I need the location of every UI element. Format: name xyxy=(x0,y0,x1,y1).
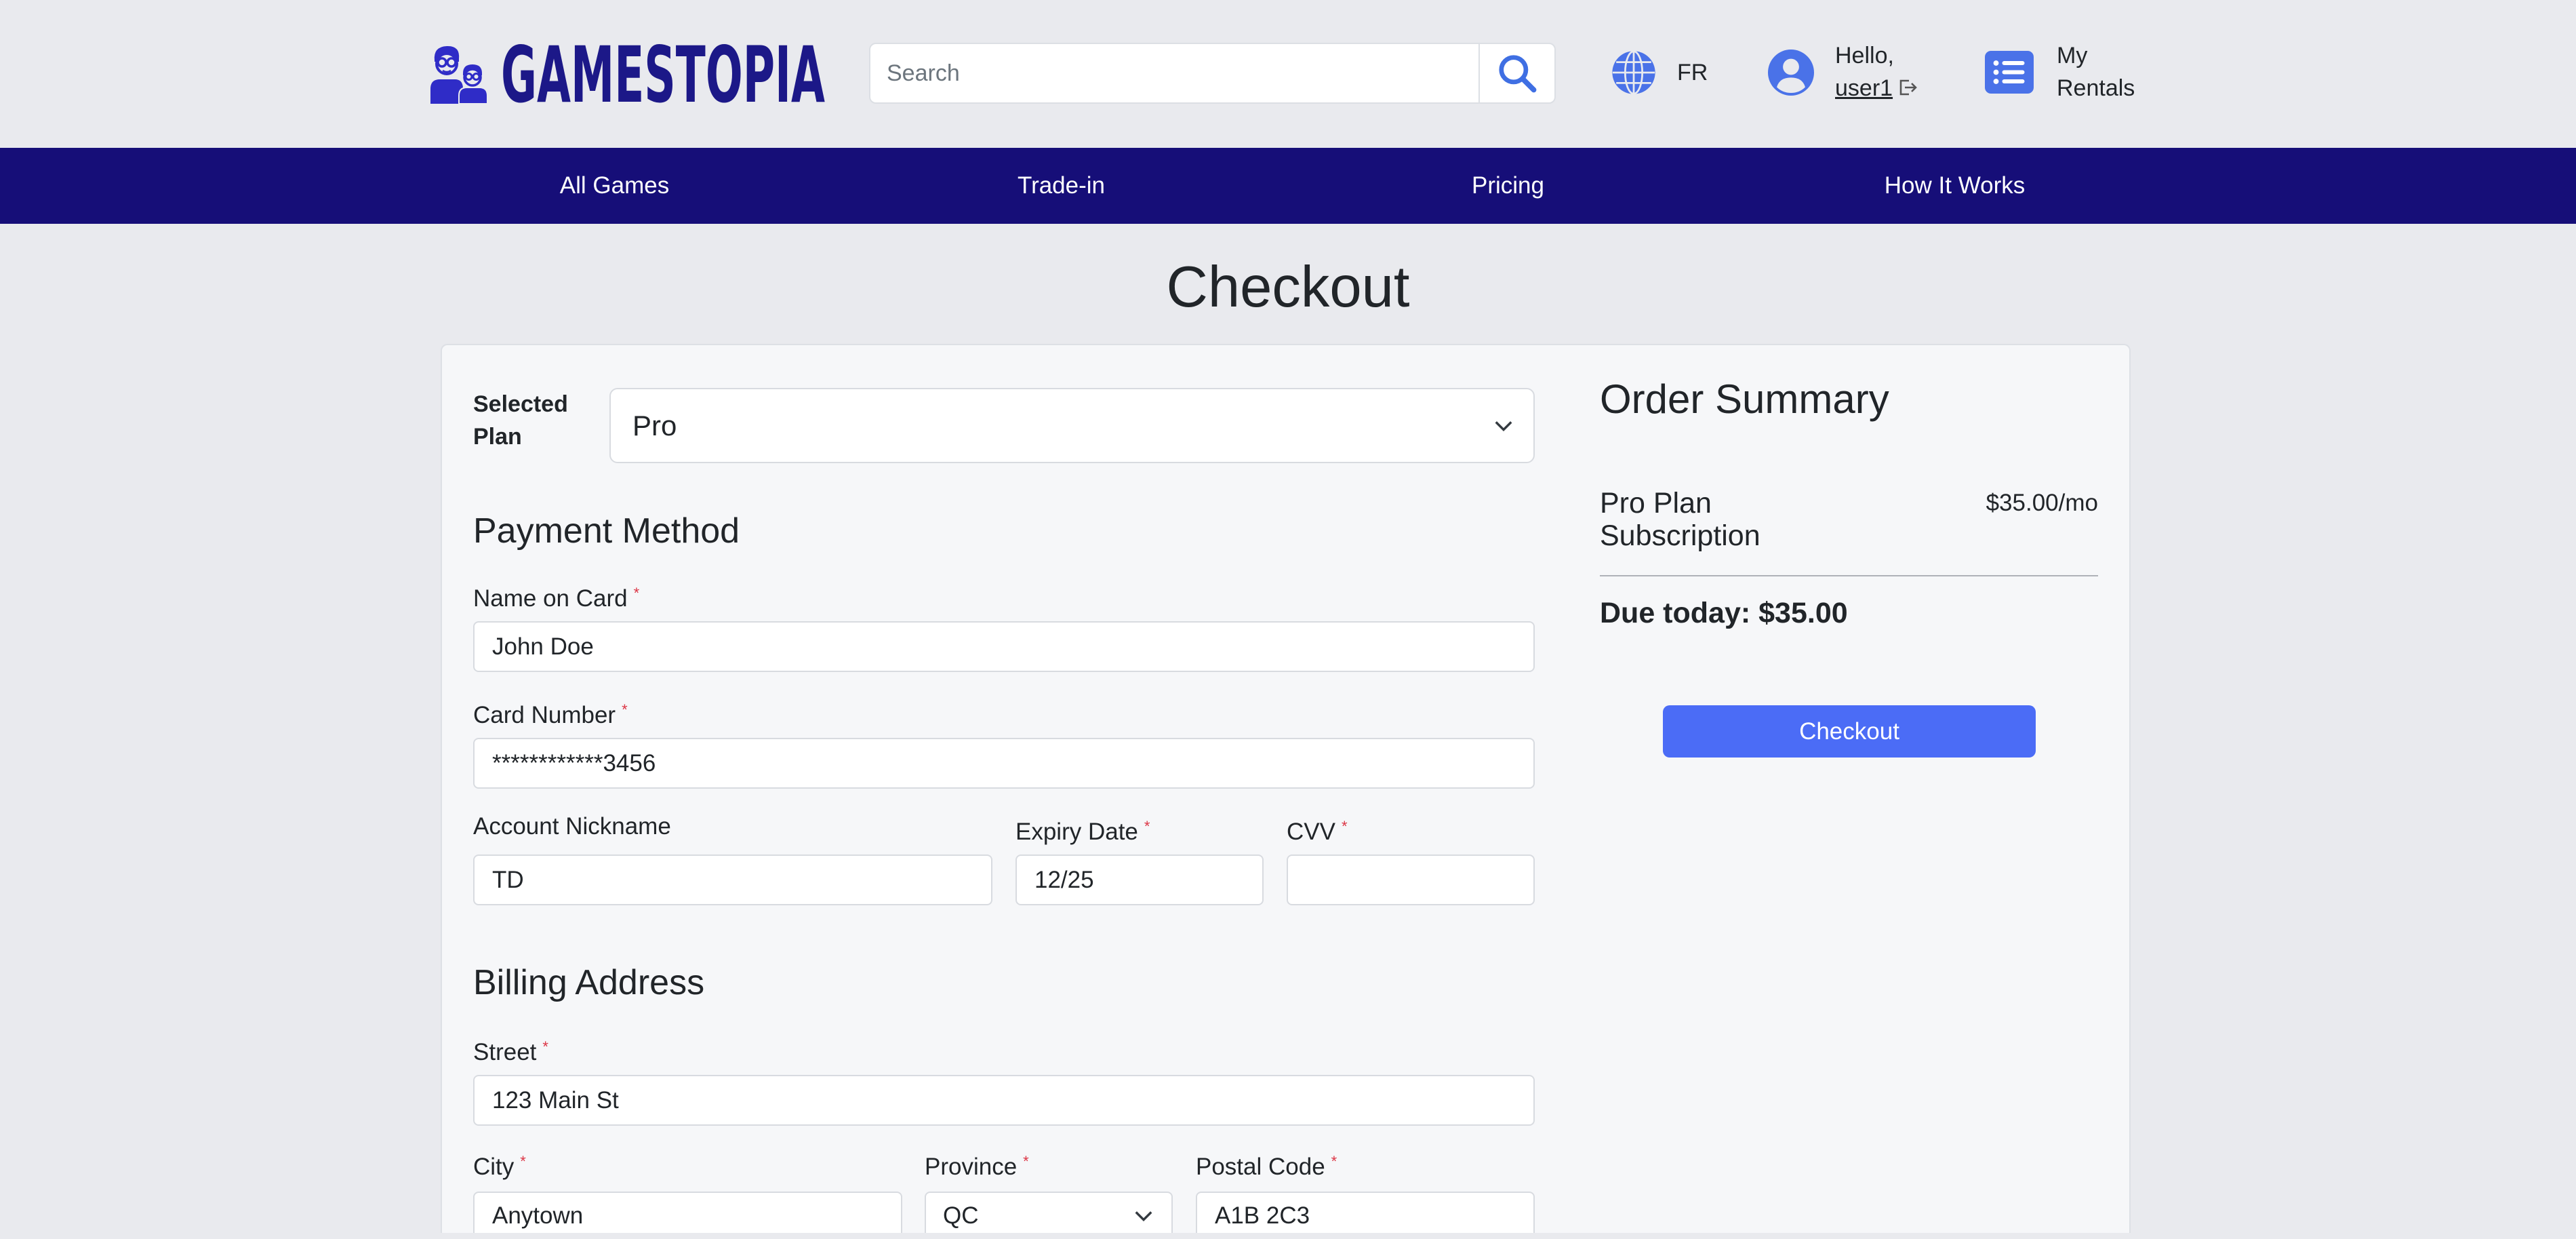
order-summary-heading: Order Summary xyxy=(1600,376,1889,422)
account-nickname-label: Account Nickname xyxy=(473,813,671,840)
account-nickname-field[interactable] xyxy=(473,854,992,905)
chevron-down-icon xyxy=(1133,1206,1154,1226)
my-rentals-link[interactable]: My Rentals xyxy=(2057,39,2145,104)
checkout-button[interactable]: Checkout xyxy=(1663,705,2036,758)
province-label-text: Province xyxy=(925,1154,1018,1180)
search-icon xyxy=(1496,52,1538,94)
nav-item-trade-in[interactable]: Trade-in xyxy=(838,148,1285,224)
province-select[interactable]: QC xyxy=(925,1192,1173,1233)
greeting-text: Hello, xyxy=(1835,43,1894,68)
required-mark: * xyxy=(1331,1153,1337,1170)
nav-item-pricing[interactable]: Pricing xyxy=(1285,148,1731,224)
summary-divider xyxy=(1600,575,2098,576)
chevron-down-icon xyxy=(1493,416,1514,436)
selected-plan-label: Selected Plan xyxy=(473,391,568,450)
cvv-label: CVV * xyxy=(1287,812,1348,846)
required-mark: * xyxy=(1023,1153,1029,1170)
required-mark: * xyxy=(520,1153,526,1170)
required-mark: * xyxy=(1144,818,1150,835)
postal-code-label-text: Postal Code xyxy=(1196,1154,1325,1180)
name-on-card-field[interactable] xyxy=(473,621,1535,672)
main-nav: All Games Trade-in Pricing How It Works xyxy=(0,148,2576,224)
required-mark: * xyxy=(633,585,640,602)
cvv-label-text: CVV xyxy=(1287,819,1335,845)
page-title: Checkout xyxy=(1166,255,1410,319)
required-mark: * xyxy=(1341,818,1348,835)
brand-name: GAMESTOPIA xyxy=(501,30,825,120)
postal-code-field[interactable] xyxy=(1196,1192,1535,1233)
required-mark: * xyxy=(542,1038,548,1055)
city-label-text: City xyxy=(473,1154,515,1180)
province-select-value: QC xyxy=(943,1202,979,1229)
language-toggle[interactable]: FR xyxy=(1677,56,1708,89)
name-on-card-label: Name on Card * xyxy=(473,579,639,613)
city-field[interactable] xyxy=(473,1192,902,1233)
summary-item-price: $35.00/mo xyxy=(1986,490,2098,516)
plan-select[interactable]: Pro xyxy=(609,388,1535,463)
cvv-field[interactable] xyxy=(1287,854,1535,905)
city-label: City * xyxy=(473,1147,526,1181)
street-field[interactable] xyxy=(473,1075,1535,1126)
nav-item-how-it-works[interactable]: How It Works xyxy=(1731,148,2178,224)
name-on-card-label-text: Name on Card xyxy=(473,585,628,612)
search-bar xyxy=(869,43,1556,104)
billing-address-heading: Billing Address xyxy=(473,963,705,1002)
expiry-date-label-text: Expiry Date xyxy=(1015,819,1138,845)
user-greeting: Hello, user1 xyxy=(1835,39,1918,104)
expiry-date-label: Expiry Date * xyxy=(1015,812,1150,846)
list-icon[interactable] xyxy=(1985,51,2034,94)
card-number-field[interactable] xyxy=(473,738,1535,789)
checkout-card: Selected Plan Pro Payment Method Name on… xyxy=(441,344,2131,1233)
logout-icon[interactable] xyxy=(1897,77,1918,98)
expiry-date-field[interactable] xyxy=(1015,854,1264,905)
card-number-label-text: Card Number xyxy=(473,702,616,728)
gamers-logo-icon[interactable] xyxy=(429,43,491,104)
search-button[interactable] xyxy=(1478,44,1554,102)
globe-icon[interactable] xyxy=(1611,50,1656,95)
username-link[interactable]: user1 xyxy=(1835,75,1893,101)
user-links: user1 xyxy=(1835,72,1918,104)
search-input[interactable] xyxy=(870,44,1478,102)
card-number-label: Card Number * xyxy=(473,696,628,730)
nav-item-all-games[interactable]: All Games xyxy=(391,148,838,224)
street-label: Street * xyxy=(473,1033,548,1067)
postal-code-label: Postal Code * xyxy=(1196,1147,1337,1181)
user-circle-icon xyxy=(1768,50,1814,96)
due-today-total: Due today: $35.00 xyxy=(1600,597,1848,629)
province-label: Province * xyxy=(925,1147,1029,1181)
plan-select-value: Pro xyxy=(632,410,677,441)
payment-method-heading: Payment Method xyxy=(473,511,740,551)
required-mark: * xyxy=(622,701,628,718)
brand-logo-text[interactable]: GAMESTOPIA xyxy=(501,30,826,120)
street-label-text: Street xyxy=(473,1039,537,1065)
